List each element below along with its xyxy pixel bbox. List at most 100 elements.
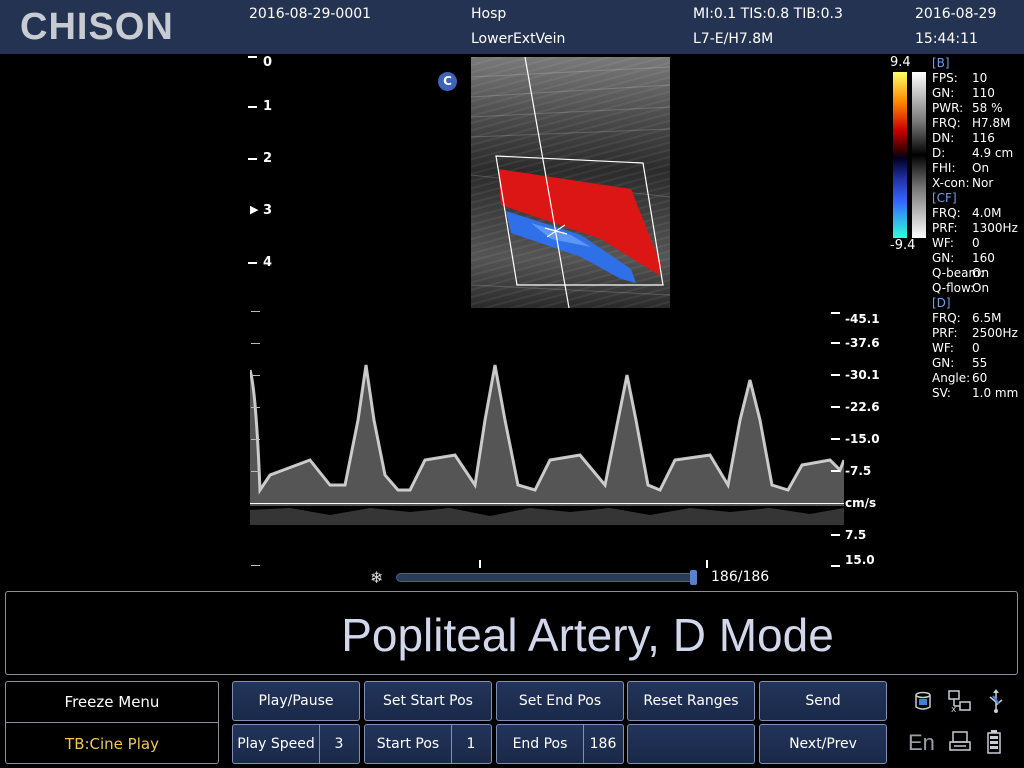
next-prev-button[interactable]: Next/Prev (759, 724, 887, 764)
network-icon[interactable]: x (947, 688, 973, 714)
param-row: FRQ: 6.5M (932, 311, 1002, 325)
probe-frequency: L7-E/H7.8M (693, 31, 774, 47)
storage-icon[interactable] (912, 690, 934, 712)
cine-progress-track[interactable] (396, 573, 696, 582)
param-row: FHI: On (932, 161, 990, 175)
param-row: SV: 1.0 mm (932, 386, 1019, 400)
spectrum-tick (251, 439, 260, 440)
acoustic-indices: MI:0.1 TIS:0.8 TIB:0.3 (693, 6, 843, 22)
spectrum-tick (251, 343, 260, 344)
depth-tick (248, 106, 257, 108)
trackball-mode: TB:Cine Play (65, 735, 159, 753)
param-row: FRQ: H7.8M (932, 116, 1011, 130)
velocity-label: -15.0 (845, 432, 880, 446)
language-indicator[interactable]: En (908, 730, 935, 756)
velocity-tick (831, 438, 840, 440)
end-pos-label: End Pos (497, 725, 584, 763)
spectrum-tick (251, 565, 260, 566)
color-velocity-bar (893, 72, 907, 238)
parameter-panel: [B] FPS: 10 GN: 110 PWR: 58 % FRQ: H7.8M DN:… (931, 56, 1024, 401)
b-mode-section-header: [B] (932, 56, 950, 70)
cine-marker (479, 560, 481, 568)
depth-label-0: 0 (263, 55, 273, 70)
color-bar-max: 9.4 (890, 55, 911, 70)
velocity-label: -45.1 (845, 312, 880, 326)
color-bar-min: -9.4 (890, 238, 916, 253)
cine-frame-count: 186/186 (711, 569, 770, 585)
depth-tick (248, 262, 257, 264)
param-row: DN: 116 (932, 131, 995, 145)
d-section-header: [D] (932, 296, 951, 310)
set-end-pos-button[interactable]: Set End Pos (496, 681, 624, 721)
exam-date: 2016-08-29 (915, 6, 997, 22)
send-button[interactable]: Send (759, 681, 887, 721)
param-row: FPS: 10 (932, 71, 988, 85)
patient-id: 2016-08-29-0001 (249, 6, 372, 22)
play-speed-label: Play Speed (233, 725, 320, 763)
menu-title: Freeze Menu (6, 682, 218, 723)
velocity-label: -30.1 (845, 368, 880, 382)
velocity-label: -37.6 (845, 336, 880, 350)
annotation-panel[interactable]: Popliteal Artery, D Mode (5, 591, 1018, 675)
color-flow-badge: C (438, 72, 457, 91)
spectrum-baseline (250, 503, 844, 504)
param-row: FRQ: 4.0M (932, 206, 1002, 220)
brand-logo: CHISON (20, 6, 174, 48)
velocity-tick (831, 342, 840, 344)
cine-progress-thumb[interactable] (690, 570, 697, 585)
velocity-unit-label: cm/s (845, 496, 877, 510)
param-row: Angle: 60 (932, 371, 988, 385)
depth-label-4: 4 (263, 255, 273, 270)
start-pos-label: Start Pos (365, 725, 452, 763)
cf-section-header: [CF] (932, 191, 957, 205)
param-row: GN: 55 (932, 356, 988, 370)
param-row: GN: 110 (932, 86, 995, 100)
grayscale-bar (912, 72, 926, 238)
doppler-spectrum[interactable] (250, 310, 844, 568)
param-row: PRF: 1300Hz (932, 221, 1018, 235)
ultrasound-image[interactable] (471, 57, 670, 308)
velocity-tick (831, 565, 840, 567)
exam-time: 15:44:11 (915, 31, 978, 47)
annotation-text: Popliteal Artery, D Mode (341, 609, 834, 661)
play-speed-control[interactable]: Play Speed 3 (232, 724, 360, 764)
exam-preset: LowerExtVein (471, 31, 566, 47)
spectrum-tick (251, 407, 260, 408)
header-bar: CHISON 2016-08-29-0001 Hosp LowerExtVein… (0, 0, 1024, 54)
spectrum-tick (251, 471, 260, 472)
velocity-label: 15.0 (845, 553, 875, 567)
velocity-label: -22.6 (845, 400, 880, 414)
empty-button[interactable] (627, 724, 755, 764)
param-row: Q-flow: On (932, 281, 990, 295)
velocity-tick (831, 534, 840, 536)
depth-label-1: 1 (263, 99, 273, 114)
depth-scale: 0 1 2 ▶ 3 4 (248, 55, 278, 286)
hospital-name: Hosp (471, 6, 507, 22)
depth-tick (248, 56, 257, 58)
depth-label-2: 2 (263, 151, 273, 166)
velocity-label: -7.5 (845, 464, 872, 478)
reset-ranges-button[interactable]: Reset Ranges (627, 681, 755, 721)
cine-marker (706, 560, 708, 568)
velocity-tick (831, 312, 840, 314)
printer-icon[interactable] (949, 730, 971, 754)
usb-icon[interactable] (985, 688, 1007, 714)
focus-marker-icon[interactable]: ▶ (250, 203, 258, 216)
velocity-tick (831, 470, 840, 472)
end-pos-control[interactable]: End Pos 186 (496, 724, 624, 764)
start-pos-value: 1 (466, 736, 476, 752)
spectrum-tick (251, 311, 260, 312)
param-row: D: 4.9 cm (932, 146, 1014, 160)
param-row: GN: 160 (932, 251, 995, 265)
set-start-pos-button[interactable]: Set Start Pos (364, 681, 492, 721)
param-row: WF: 0 (932, 236, 980, 250)
start-pos-control[interactable]: Start Pos 1 (364, 724, 492, 764)
end-pos-value: 186 (589, 736, 617, 752)
freeze-snowflake-icon: ❄ (370, 568, 384, 587)
param-row: WF: 0 (932, 341, 980, 355)
depth-tick (248, 158, 257, 160)
velocity-tick (831, 374, 840, 376)
color-flow-overlay (471, 57, 670, 308)
play-pause-button[interactable]: Play/Pause (232, 681, 360, 721)
battery-icon (987, 730, 1001, 754)
